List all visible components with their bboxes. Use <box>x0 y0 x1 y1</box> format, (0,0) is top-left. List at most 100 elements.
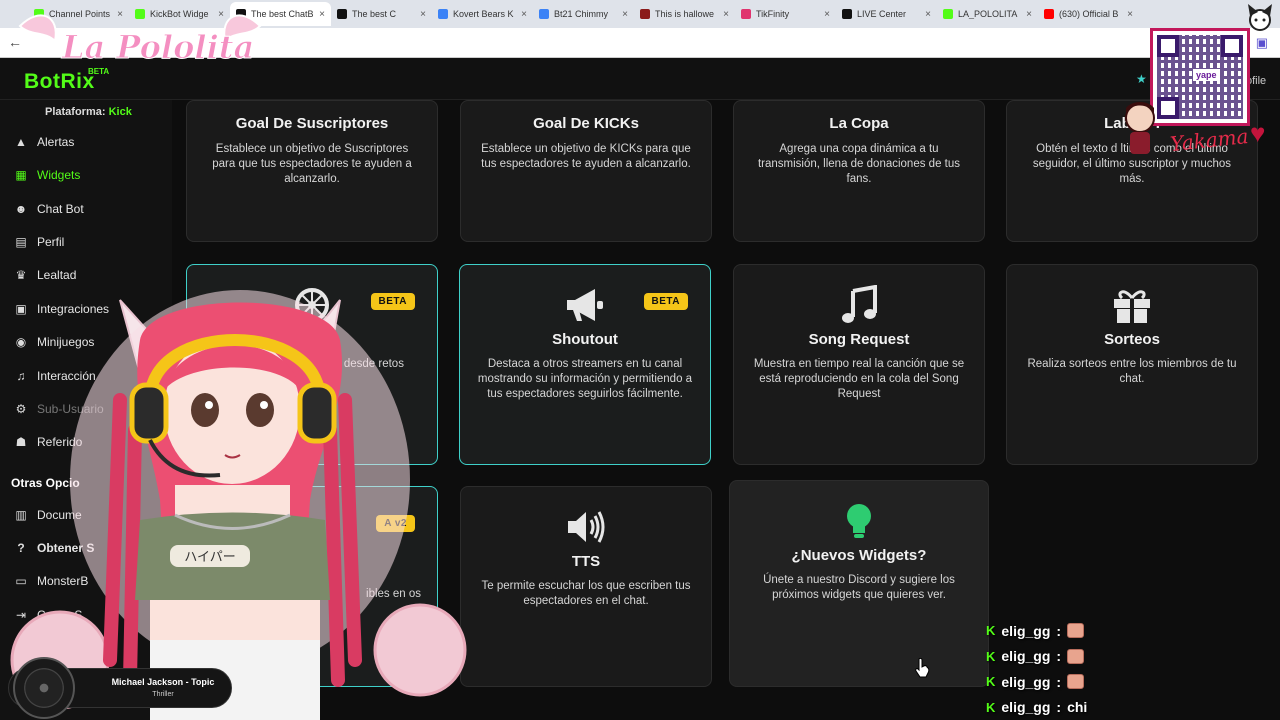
chat-text: chi <box>1067 699 1088 716</box>
kick-badge-icon: K <box>986 648 996 664</box>
browser-tab[interactable]: Kovert Bears K × <box>432 2 533 26</box>
vtuber-avatar: ハイパー <box>10 290 467 720</box>
chat-overlay: Kelig_gg: Kelig_gg: Kelig_gg: Kelig_gg: chi <box>986 618 1136 720</box>
platform-value: Kick <box>108 106 132 118</box>
card-description: Te permite escuchar los que escriben tus… <box>481 580 691 607</box>
card-title: Shoutout <box>552 331 618 348</box>
card-description: Destaca a otros streamers en tu canal mo… <box>477 358 693 400</box>
card-title: Goal De KICKs <box>533 115 639 132</box>
card-title: Sorteos <box>1104 331 1160 348</box>
sidebar-item-perfil[interactable]: ▤ Perfil <box>14 232 64 252</box>
now-playing-widget: Michael Jackson - Topic Thriller <box>8 657 232 719</box>
browser-tab[interactable]: The best C × <box>331 2 432 26</box>
sidebar-item-widgets[interactable]: ▦ Widgets <box>14 165 80 185</box>
platform-caption: Plataforma: <box>45 106 106 118</box>
track-album: Thriller <box>152 691 174 698</box>
card-goal-suscriptores[interactable]: Goal De Suscriptores Establece un objeti… <box>186 100 438 242</box>
card-title: La Copa <box>829 115 889 132</box>
hand-cursor-icon <box>915 658 930 678</box>
qr-label: yape <box>1193 69 1220 81</box>
sidebar-item-chat-bot[interactable]: ☻ Chat Bot <box>14 199 84 219</box>
chat-separator: : <box>1056 648 1062 665</box>
qr-code: yape <box>1150 28 1250 126</box>
stream-logo-overlay: La Pololita <box>10 6 270 76</box>
sidebar-item-alertas[interactable]: ▲ Alertas <box>14 132 74 152</box>
chat-message: Kelig_gg: chi <box>986 695 1136 720</box>
id-card-icon: ▤ <box>15 235 27 249</box>
card-description: Únete a nuestro Discord y sugiere los pr… <box>763 574 955 601</box>
emote-icon <box>1067 648 1085 664</box>
sidebar-item-label: Alertas <box>37 135 75 149</box>
sidebar-item-label: Widgets <box>37 168 81 182</box>
tab-close-icon[interactable]: × <box>1127 9 1133 20</box>
chat-username: elig_gg <box>1001 699 1051 716</box>
card-title: TTS <box>571 553 601 570</box>
emote-icon <box>1067 623 1085 639</box>
tab-favicon-icon <box>640 9 650 19</box>
tab-title: TikFinity <box>756 9 790 19</box>
chibi-sticker-icon <box>1125 102 1155 154</box>
browser-tab[interactable]: LA_POLOLITA × <box>937 2 1038 26</box>
lightbulb-icon <box>847 504 871 538</box>
card-description: Establece un objetivo de KICKs para que … <box>481 143 691 170</box>
tab-title: Bt21 Chimmy <box>554 9 609 19</box>
chat-message: Kelig_gg: <box>986 618 1136 644</box>
album-art <box>13 657 75 719</box>
chat-separator: : <box>1056 673 1062 690</box>
tab-favicon-icon <box>741 9 751 19</box>
browser-tab[interactable]: This is hallowe × <box>634 2 735 26</box>
card-song-request[interactable]: Song Request Muestra en tiempo real la c… <box>733 264 985 465</box>
gift-icon <box>1114 290 1150 323</box>
card-sorteos[interactable]: Sorteos Realiza sorteos entre los miembr… <box>1006 264 1258 465</box>
card-tts[interactable]: TTS Te permite escuchar los que escriben… <box>460 486 712 687</box>
card-description: Muestra en tiempo real la canción que se… <box>753 358 965 400</box>
music-note-icon <box>842 285 877 323</box>
browser-tab[interactable]: (630) Official B × <box>1038 2 1139 26</box>
tab-close-icon[interactable]: × <box>622 9 628 20</box>
tab-close-icon[interactable]: × <box>723 9 729 20</box>
card-goal-kicks[interactable]: Goal De KICKs Establece un objetivo de K… <box>460 100 712 242</box>
chat-message: Kelig_gg: <box>986 644 1136 670</box>
tab-title: LIVE Center <box>857 9 907 19</box>
tab-title: The best C <box>352 9 397 19</box>
track-artist: Michael Jackson - Topic <box>111 677 215 687</box>
tab-close-icon[interactable]: × <box>319 9 325 20</box>
browser-tab[interactable]: Bt21 Chimmy × <box>533 2 634 26</box>
chat-username: elig_gg <box>1001 622 1051 639</box>
card-shoutout[interactable]: BETA Shoutout Destaca a otros streamers … <box>459 264 711 465</box>
heart-icon: ♥ <box>1250 118 1266 148</box>
card-title: Song Request <box>808 331 910 348</box>
tab-close-icon[interactable]: × <box>420 9 426 20</box>
card-nuevos-widgets[interactable]: ¿Nuevos Widgets? Únete a nuestro Discord… <box>729 480 989 687</box>
chat-separator: : <box>1056 699 1062 716</box>
megaphone-icon <box>567 289 603 321</box>
card-description: Realiza sorteos entre los miembros de tu… <box>1027 358 1237 385</box>
tab-title: (630) Official B <box>1059 9 1119 19</box>
kuromi-sticker-icon <box>1248 4 1272 31</box>
tab-close-icon[interactable]: × <box>1026 9 1032 20</box>
tab-close-icon[interactable]: × <box>925 9 931 20</box>
tab-title: This is hallowe <box>655 9 715 19</box>
tab-favicon-icon <box>842 9 852 19</box>
tab-close-icon[interactable]: × <box>824 9 830 20</box>
card-la-copa[interactable]: La Copa Agrega una copa dinámica a tu tr… <box>733 100 985 242</box>
speaker-icon <box>568 511 605 543</box>
chat-separator: : <box>1056 622 1062 639</box>
sidebar-item-label: Chat Bot <box>37 202 84 216</box>
browser-tab[interactable]: TikFinity × <box>735 2 836 26</box>
browser-tab[interactable]: LIVE Center × <box>836 2 937 26</box>
tab-favicon-icon <box>438 9 448 19</box>
card-description: Agrega una copa dinámica a tu transmisió… <box>757 143 960 185</box>
tab-favicon-icon <box>539 9 549 19</box>
svg-text:ハイパー: ハイパー <box>184 550 235 565</box>
tab-close-icon[interactable]: × <box>521 9 527 20</box>
tab-favicon-icon <box>337 9 347 19</box>
chat-message: Kelig_gg: <box>986 669 1136 695</box>
robot-icon: ☻ <box>14 202 28 216</box>
grid-icon: ▦ <box>15 168 27 182</box>
card-description: Establece un objetivo de Suscriptores pa… <box>212 143 412 185</box>
chat-username: elig_gg <box>1001 648 1051 665</box>
kick-badge-icon: K <box>986 674 996 690</box>
extension-puzzle-icon[interactable]: ▣ <box>1256 35 1268 51</box>
screen: Channel Points × KickBot Widge × The best Ch… <box>0 0 1280 720</box>
